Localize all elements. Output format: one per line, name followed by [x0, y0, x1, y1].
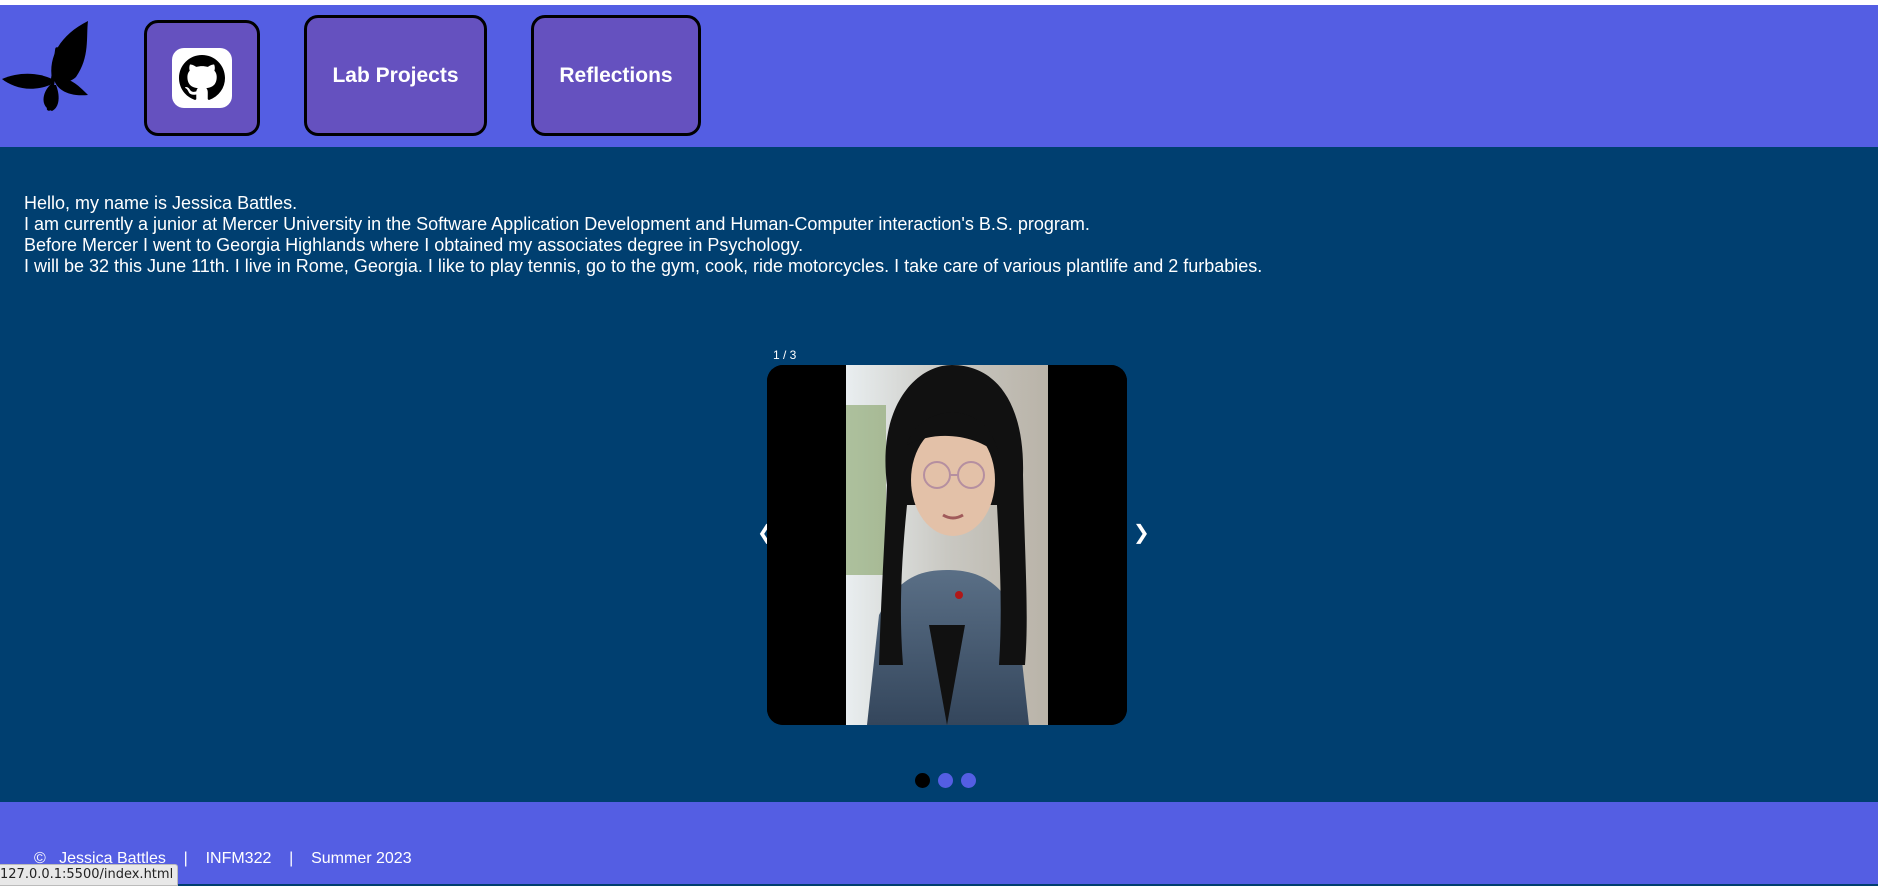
- github-icon: [172, 48, 232, 108]
- intro-line: Hello, my name is Jessica Battles.: [24, 193, 298, 213]
- github-button[interactable]: [144, 20, 260, 136]
- slide-counter: 1 / 3: [773, 348, 797, 362]
- slide-dot-2[interactable]: [938, 773, 953, 788]
- portrait-photo: [767, 365, 1127, 725]
- main-content: Hello, my name is Jessica Battles. I am …: [0, 147, 1878, 802]
- site-footer: © Jessica Battles | INFM322 | Summer 202…: [0, 802, 1878, 884]
- footer-course: INFM322: [205, 850, 272, 867]
- reflections-button[interactable]: Reflections: [531, 15, 701, 136]
- footer-separator: |: [289, 850, 294, 867]
- intro-line: I will be 32 this June 11th. I live in R…: [24, 256, 1263, 276]
- footer-term: Summer 2023: [311, 850, 412, 867]
- footer-separator: |: [183, 850, 188, 867]
- next-slide-button[interactable]: ❯: [1133, 520, 1150, 544]
- intro-text: Hello, my name is Jessica Battles. I am …: [24, 193, 1262, 277]
- slide-dot-3[interactable]: [961, 773, 976, 788]
- intro-line: I am currently a junior at Mercer Univer…: [24, 214, 1090, 234]
- lab-projects-button[interactable]: Lab Projects: [304, 15, 487, 136]
- slide-dot-1[interactable]: [915, 773, 930, 788]
- status-bar-url: 127.0.0.1:5500/index.html: [0, 864, 179, 886]
- slideshow-image: [767, 365, 1127, 725]
- site-header: Lab Projects Reflections: [0, 5, 1878, 147]
- slide-dots: [915, 773, 976, 789]
- butterfly-icon: [0, 17, 100, 117]
- intro-line: Before Mercer I went to Georgia Highland…: [24, 235, 804, 255]
